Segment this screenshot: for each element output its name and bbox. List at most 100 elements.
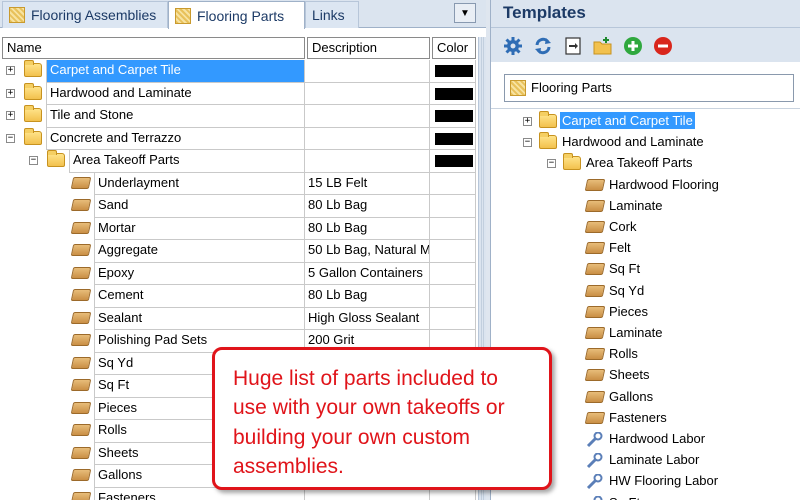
description-cell (305, 150, 430, 173)
color-cell[interactable] (430, 262, 476, 285)
grid-row[interactable]: Sand 80 Lb Bag (0, 195, 478, 218)
part-icon (584, 390, 606, 403)
template-selector-value: Flooring Parts (531, 80, 612, 95)
grid-row[interactable]: Cement 80 Lb Bag (0, 285, 478, 308)
color-swatch (435, 155, 473, 167)
tree-item[interactable]: + Carpet and Carpet Tile (491, 111, 800, 132)
expand-toggle[interactable]: + (523, 117, 532, 126)
flooring-pattern-icon (175, 7, 191, 24)
grid-row[interactable]: Mortar 80 Lb Bag (0, 217, 478, 240)
color-cell[interactable] (430, 285, 476, 308)
tab-links[interactable]: Links (305, 1, 359, 28)
description-cell: High Gloss Sealant (305, 307, 430, 330)
description-cell (305, 60, 430, 83)
tree-item[interactable]: Cork (491, 217, 800, 238)
grid-row[interactable]: + Tile and Stone (0, 105, 478, 128)
grid-row[interactable]: − Concrete and Terrazzo (0, 127, 478, 150)
tab-label: Flooring Assemblies (31, 7, 157, 23)
part-icon (584, 221, 606, 233)
part-name: Aggregate (94, 240, 305, 263)
part-icon (70, 379, 92, 391)
import-icon[interactable] (563, 36, 583, 56)
tree-item[interactable]: Laminate (491, 323, 800, 344)
name-cell: − Area Takeoff Parts (0, 150, 305, 173)
expand-toggle[interactable]: + (6, 88, 15, 98)
color-cell[interactable] (430, 195, 476, 218)
tree-item[interactable]: Pieces (491, 302, 800, 323)
part-icon (70, 221, 92, 234)
column-header-color[interactable]: Color (432, 37, 476, 59)
name-cell: + Hardwood and Laminate (0, 82, 305, 105)
description-cell: 80 Lb Bag (305, 285, 430, 308)
name-cell: Underlayment (0, 172, 305, 195)
flooring-pattern-icon (9, 7, 25, 23)
part-name: Epoxy (94, 262, 305, 285)
color-cell[interactable] (430, 127, 476, 150)
description-cell: 80 Lb Bag (305, 217, 430, 240)
expand-toggle[interactable]: + (6, 66, 15, 75)
color-cell[interactable] (430, 82, 476, 105)
folder-icon (24, 127, 42, 145)
refresh-icon[interactable] (533, 36, 553, 56)
color-cell[interactable] (430, 217, 476, 240)
part-icon (584, 305, 606, 318)
tab-flooring-assemblies[interactable]: Flooring Assemblies (2, 1, 168, 28)
part-icon (70, 199, 92, 211)
description-cell (305, 127, 430, 150)
tab-flooring-parts[interactable]: Flooring Parts (168, 1, 305, 29)
collapse-toggle[interactable]: − (29, 156, 38, 165)
add-icon[interactable] (623, 36, 643, 56)
grid-row[interactable]: Sealant High Gloss Sealant (0, 307, 478, 330)
name-cell: Mortar (0, 217, 305, 240)
color-cell[interactable] (430, 172, 476, 195)
color-swatch (435, 87, 473, 100)
color-cell[interactable] (430, 150, 476, 173)
tab-list-dropdown[interactable]: ▼ (454, 3, 476, 23)
collapse-toggle[interactable]: − (523, 138, 532, 148)
tree-item[interactable]: − Area Takeoff Parts (491, 153, 800, 174)
grid-row[interactable]: + Carpet and Carpet Tile (0, 60, 478, 83)
name-cell: Sealant (0, 307, 305, 330)
name-cell: Aggregate (0, 240, 305, 263)
color-cell[interactable] (430, 60, 476, 83)
tree-item[interactable]: Felt (491, 238, 800, 259)
collapse-toggle[interactable]: − (6, 133, 15, 143)
color-cell[interactable] (430, 307, 476, 330)
part-name: Hardwood and Laminate (46, 82, 305, 105)
new-folder-icon[interactable] (593, 36, 613, 56)
folder-icon (539, 111, 557, 128)
grid-row[interactable]: Underlayment 15 LB Felt (0, 172, 478, 195)
color-cell[interactable] (430, 240, 476, 263)
grid-row[interactable]: − Area Takeoff Parts (0, 150, 478, 173)
tree-item-label: Hardwood and Laminate (562, 134, 704, 150)
settings-gear-icon[interactable] (503, 36, 523, 56)
tree-item-label: Gallons (609, 388, 654, 404)
color-cell[interactable] (430, 105, 476, 128)
wrench-icon (593, 495, 603, 500)
collapse-toggle[interactable]: − (547, 159, 556, 169)
folder-icon (24, 105, 42, 122)
tree-item[interactable]: − Hardwood and Laminate (491, 132, 800, 153)
column-header-name[interactable]: Name (2, 37, 305, 59)
expand-toggle[interactable]: + (6, 111, 15, 120)
remove-icon[interactable] (653, 36, 673, 56)
tree-item[interactable]: Sq Ft (491, 259, 800, 280)
column-header-description[interactable]: Description (307, 37, 430, 59)
description-cell: 5 Gallon Containers (305, 262, 430, 285)
grid-row[interactable]: Epoxy 5 Gallon Containers (0, 262, 478, 285)
grid-row[interactable]: + Hardwood and Laminate (0, 82, 478, 105)
grid-row[interactable]: Aggregate 50 Lb Bag, Natural M (0, 240, 478, 263)
tree-item[interactable]: Sq Ft (491, 493, 800, 500)
part-icon (584, 284, 606, 297)
part-icon (584, 411, 606, 424)
tree-item[interactable]: Hardwood Flooring (491, 175, 800, 196)
part-icon (70, 469, 92, 481)
tree-item-label: Cork (609, 219, 637, 234)
part-icon (70, 289, 92, 301)
template-selector[interactable]: Flooring Parts (504, 74, 794, 102)
tree-item[interactable]: Sq Yd (491, 281, 800, 302)
description-cell: 80 Lb Bag (305, 195, 430, 218)
tree-item[interactable]: Laminate (491, 196, 800, 217)
name-cell: + Carpet and Carpet Tile (0, 60, 305, 83)
tree-item-label: Hardwood Flooring (609, 176, 719, 192)
